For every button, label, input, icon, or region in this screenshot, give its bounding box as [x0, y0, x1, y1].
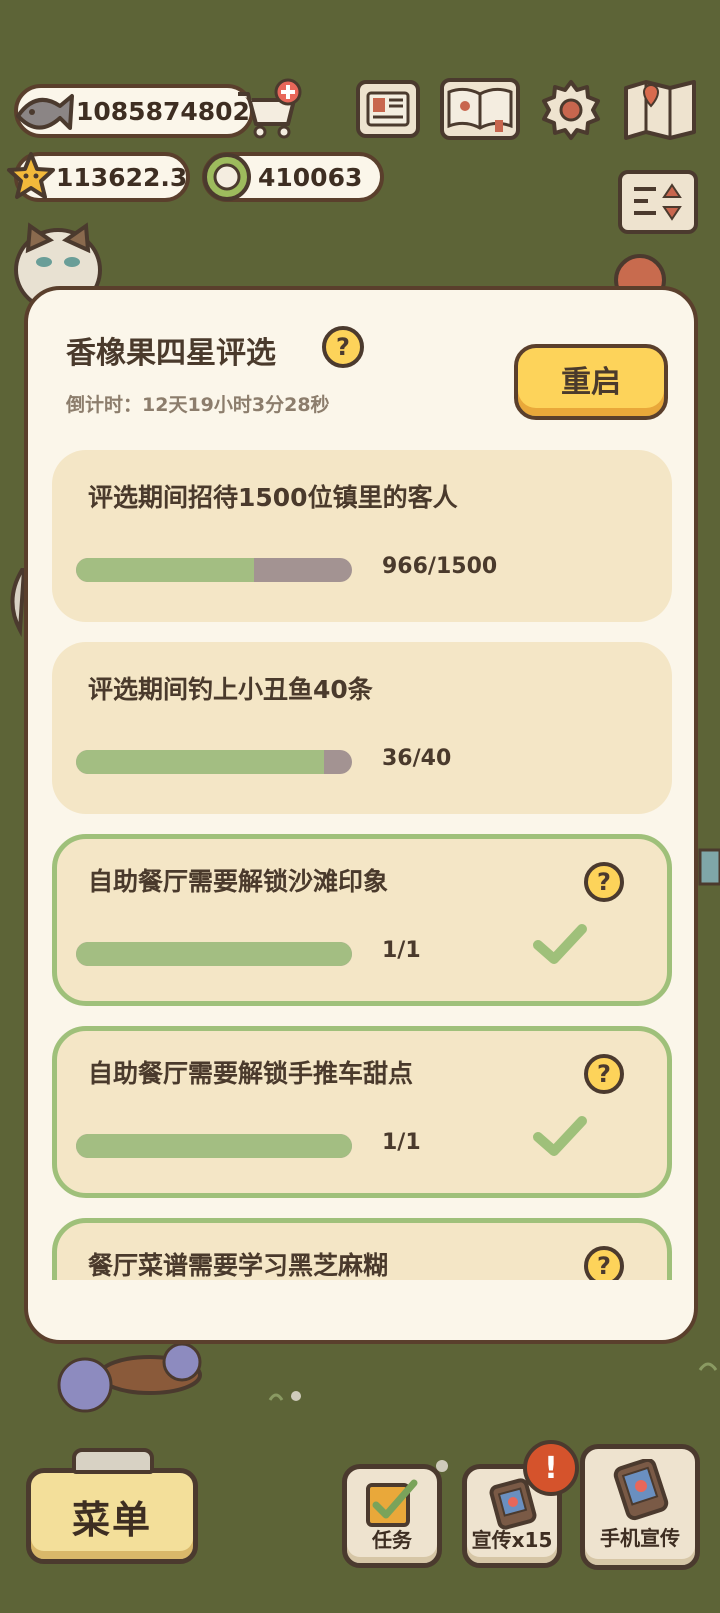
task-card: 评选期间钓上小丑鱼40条 36/40	[52, 642, 672, 814]
sort-icon	[634, 183, 682, 221]
restart-button[interactable]: 重启	[514, 344, 668, 420]
tasks-button[interactable]: 任务	[342, 1464, 442, 1568]
settings-button[interactable]	[538, 78, 604, 142]
shop-cart-icon[interactable]	[234, 78, 304, 140]
progress-fill	[76, 1134, 352, 1158]
task-card-completed: 自助餐厅需要解锁手推车甜点 ? 1/1	[52, 1026, 672, 1198]
fish-amount: 1085874802	[76, 96, 250, 126]
coin-icon	[200, 150, 254, 204]
book-icon	[447, 87, 513, 132]
progress-fill	[76, 750, 325, 774]
progress-bar	[76, 750, 352, 774]
progress-text: 1/1	[382, 1130, 421, 1155]
newspaper-button[interactable]	[356, 80, 420, 138]
progress-fill	[76, 942, 352, 966]
task-text: 自助餐厅需要解锁沙滩印象	[88, 867, 389, 896]
fish-icon	[12, 82, 76, 142]
menu-button[interactable]: 菜单	[26, 1468, 198, 1564]
newspaper-icon	[366, 91, 410, 127]
progress-bar	[76, 558, 352, 582]
gear-icon	[542, 80, 600, 140]
map-button[interactable]	[622, 78, 698, 142]
countdown-text: 倒计时：12天19小时3分28秒	[66, 394, 330, 416]
alert-badge: !	[523, 1440, 579, 1496]
task-help-icon[interactable]: ?	[584, 862, 624, 902]
progress-bar	[76, 942, 352, 966]
check-icon	[533, 1116, 587, 1156]
star-amount: 113622.3	[56, 162, 188, 192]
tasks-label: 任务	[372, 1528, 412, 1552]
check-icon	[533, 924, 587, 964]
task-help-icon[interactable]: ?	[584, 1246, 624, 1280]
clipboard-clip	[72, 1448, 154, 1474]
task-card-completed: 餐厅菜谱需要学习黑芝麻糊 ?	[52, 1218, 672, 1280]
progress-bar	[76, 1134, 352, 1158]
panel-title: 香橡果四星评选	[66, 336, 276, 371]
task-text: 评选期间招待1500位镇里的客人	[88, 483, 458, 512]
coin-amount: 410063	[258, 162, 363, 192]
handbook-button[interactable]	[440, 78, 520, 140]
progress-fill	[76, 558, 254, 582]
task-help-icon[interactable]: ?	[584, 1054, 624, 1094]
task-text: 自助餐厅需要解锁手推车甜点	[88, 1059, 414, 1088]
task-text: 餐厅菜谱需要学习黑芝麻糊	[88, 1251, 389, 1280]
phone-promo-label: 手机宣传	[600, 1526, 680, 1550]
star-icon	[6, 150, 56, 204]
task-card: 评选期间招待1500位镇里的客人 966/1500	[52, 450, 672, 622]
evaluation-panel: 香橡果四星评选 ? 倒计时：12天19小时3分28秒 重启 评选期间招待1500…	[24, 286, 698, 1344]
sort-button[interactable]	[618, 170, 698, 234]
map-icon	[624, 80, 696, 140]
progress-text: 1/1	[382, 938, 421, 963]
progress-text: 966/1500	[382, 554, 498, 579]
phone-icon	[613, 1459, 669, 1521]
title-help-icon[interactable]: ?	[322, 326, 364, 368]
task-text: 评选期间钓上小丑鱼40条	[88, 675, 373, 704]
phone-promo-button[interactable]: 手机宣传	[580, 1444, 700, 1570]
promo-label: 宣传x15	[471, 1528, 553, 1552]
progress-text: 36/40	[382, 746, 452, 771]
task-list[interactable]: 评选期间招待1500位镇里的客人 966/1500 评选期间钓上小丑鱼40条 3…	[52, 450, 672, 1280]
task-card-completed: 自助餐厅需要解锁沙滩印象 ? 1/1	[52, 834, 672, 1006]
